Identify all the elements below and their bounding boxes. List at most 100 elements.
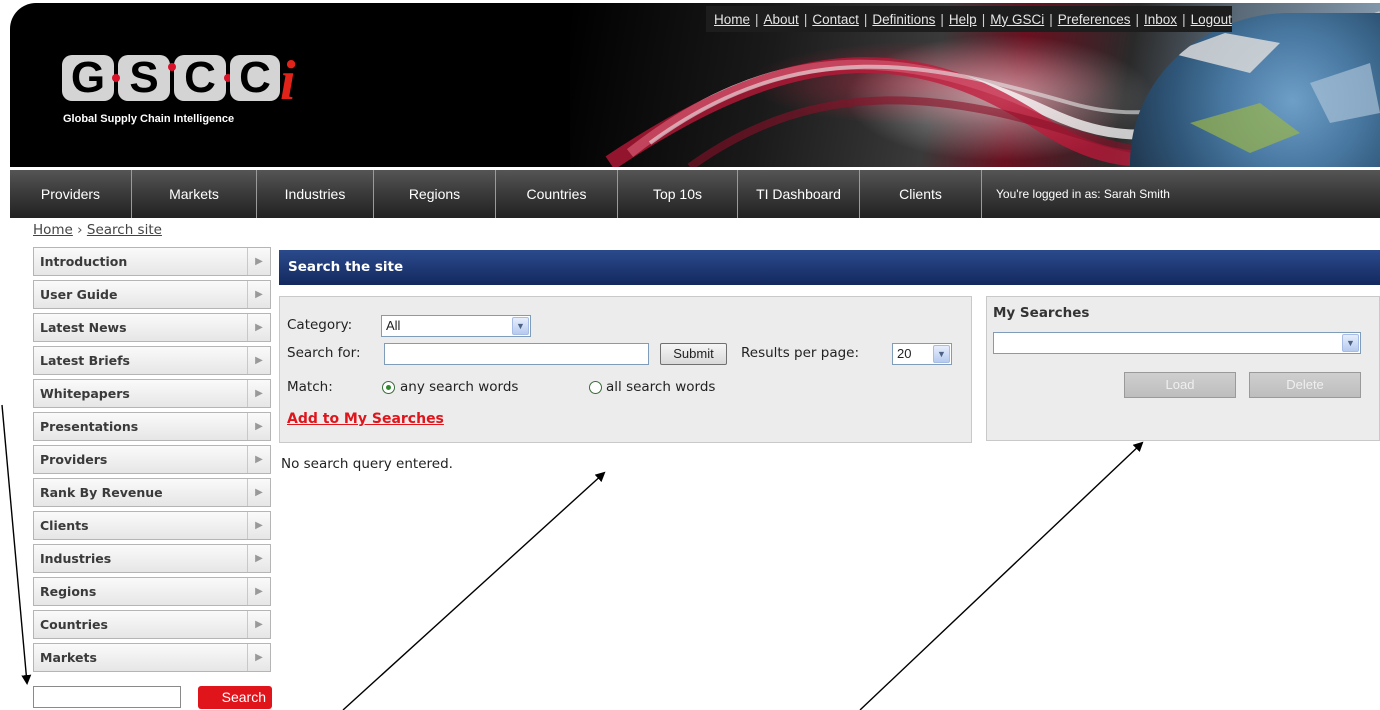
logged-in-user-label: You're logged in as: Sarah Smith bbox=[996, 187, 1170, 201]
sidebar-item-providers[interactable]: Providers ▶ bbox=[33, 445, 271, 474]
results-per-page-select[interactable]: 20 ▼ bbox=[892, 343, 952, 365]
radio-unchecked-icon[interactable] bbox=[589, 381, 602, 394]
nav-item-industries[interactable]: Industries bbox=[257, 170, 374, 218]
top-link-definitions[interactable]: Definitions bbox=[872, 12, 935, 27]
sidebar-item-industries[interactable]: Industries ▶ bbox=[33, 544, 271, 573]
search-for-input[interactable] bbox=[384, 343, 649, 365]
search-form-panel: Category: All ▼ Search for: Submit Resul… bbox=[279, 296, 972, 443]
submit-button[interactable]: Submit bbox=[660, 343, 727, 365]
sidebar-item-label: User Guide bbox=[40, 287, 118, 302]
results-per-page-value: 20 bbox=[897, 346, 912, 361]
add-to-my-searches-link[interactable]: Add to My Searches bbox=[287, 411, 444, 427]
my-searches-title: My Searches bbox=[993, 305, 1090, 321]
dropdown-arrow-icon: ▼ bbox=[1342, 334, 1359, 352]
nav-item-clients[interactable]: Clients bbox=[860, 170, 982, 218]
annotation-arrow-icon bbox=[1, 404, 32, 685]
header-banner: G S C C i Global Supply Chain Intelligen… bbox=[10, 3, 1380, 167]
main-nav-bar: Providers Markets Industries Regions Cou… bbox=[10, 170, 1380, 218]
logo-i-letter: i bbox=[280, 50, 296, 112]
sidebar-menu: Introduction ▶ User Guide ▶ Latest News ▶ L… bbox=[33, 247, 271, 676]
chevron-right-icon: ▶ bbox=[247, 281, 270, 308]
globe-image bbox=[1130, 13, 1380, 167]
my-searches-panel: My Searches ▼ Load Delete bbox=[986, 296, 1380, 441]
chevron-right-icon: ▶ bbox=[247, 446, 270, 473]
chevron-right-icon: ▶ bbox=[247, 611, 270, 638]
category-select[interactable]: All ▼ bbox=[381, 315, 531, 337]
sidebar-item-label: Presentations bbox=[40, 419, 139, 434]
my-searches-select[interactable]: ▼ bbox=[993, 332, 1361, 354]
annotation-arrow-icon bbox=[859, 441, 1144, 710]
chevron-right-icon: ▶ bbox=[247, 413, 270, 440]
sidebar-item-markets[interactable]: Markets ▶ bbox=[33, 643, 271, 672]
match-all-label[interactable]: all search words bbox=[606, 379, 715, 395]
chevron-right-icon: ▶ bbox=[247, 578, 270, 605]
radio-checked-icon[interactable] bbox=[382, 381, 395, 394]
sidebar-item-label: Introduction bbox=[40, 254, 128, 269]
top-link-about[interactable]: About bbox=[764, 12, 799, 27]
delete-button[interactable]: Delete bbox=[1249, 372, 1361, 398]
sidebar-item-label: Providers bbox=[40, 452, 108, 467]
nav-item-markets[interactable]: Markets bbox=[132, 170, 257, 218]
breadcrumb: Home › Search site bbox=[33, 222, 162, 238]
nav-item-ti-dashboard[interactable]: TI Dashboard bbox=[738, 170, 860, 218]
category-select-value: All bbox=[386, 318, 401, 333]
sidebar-item-label: Regions bbox=[40, 584, 97, 599]
breadcrumb-home-link[interactable]: Home bbox=[33, 222, 73, 238]
dropdown-arrow-icon: ▼ bbox=[512, 317, 529, 335]
sidebar-item-presentations[interactable]: Presentations ▶ bbox=[33, 412, 271, 441]
sidebar-item-user-guide[interactable]: User Guide ▶ bbox=[33, 280, 271, 309]
sidebar-item-latest-briefs[interactable]: Latest Briefs ▶ bbox=[33, 346, 271, 375]
status-message: No search query entered. bbox=[281, 456, 453, 472]
breadcrumb-current-link[interactable]: Search site bbox=[87, 222, 162, 238]
logo-dot-icon bbox=[112, 74, 120, 82]
chevron-right-icon: ▶ bbox=[247, 479, 270, 506]
sidebar-item-label: Rank By Revenue bbox=[40, 485, 163, 500]
search-for-label: Search for: bbox=[287, 345, 361, 361]
sidebar-item-whitepapers[interactable]: Whitepapers ▶ bbox=[33, 379, 271, 408]
nav-item-top10s[interactable]: Top 10s bbox=[618, 170, 738, 218]
sidebar-item-rank-by-revenue[interactable]: Rank By Revenue ▶ bbox=[33, 478, 271, 507]
top-link-home[interactable]: Home bbox=[714, 12, 750, 27]
top-link-contact[interactable]: Contact bbox=[812, 12, 859, 27]
top-links-bar: Home | About | Contact | Definitions | Help |… bbox=[706, 6, 1232, 32]
nav-item-countries[interactable]: Countries bbox=[496, 170, 618, 218]
results-per-page-label: Results per page: bbox=[741, 345, 860, 361]
chevron-right-icon: ▶ bbox=[247, 248, 270, 275]
chevron-right-icon: ▶ bbox=[247, 380, 270, 407]
match-label: Match: bbox=[287, 379, 333, 395]
chevron-right-icon: ▶ bbox=[247, 347, 270, 374]
sidebar-item-label: Markets bbox=[40, 650, 97, 665]
sidebar-item-label: Latest Briefs bbox=[40, 353, 130, 368]
sidebar-item-latest-news[interactable]: Latest News ▶ bbox=[33, 313, 271, 342]
dropdown-arrow-icon: ▼ bbox=[933, 345, 950, 363]
sidebar-item-regions[interactable]: Regions ▶ bbox=[33, 577, 271, 606]
top-link-help[interactable]: Help bbox=[949, 12, 977, 27]
top-link-inbox[interactable]: Inbox bbox=[1144, 12, 1177, 27]
sidebar-search-button[interactable]: Search bbox=[198, 686, 272, 709]
page-title: Search the site bbox=[279, 250, 1380, 285]
sidebar-item-label: Latest News bbox=[40, 320, 127, 335]
breadcrumb-separator: › bbox=[77, 222, 83, 238]
chevron-right-icon: ▶ bbox=[247, 314, 270, 341]
top-link-my-gsci[interactable]: My GSCi bbox=[990, 12, 1044, 27]
sidebar-search-input[interactable] bbox=[33, 686, 181, 708]
sidebar-item-label: Clients bbox=[40, 518, 89, 533]
nav-item-providers[interactable]: Providers bbox=[10, 170, 132, 218]
nav-item-regions[interactable]: Regions bbox=[374, 170, 496, 218]
chevron-right-icon: ▶ bbox=[247, 545, 270, 572]
sidebar-item-clients[interactable]: Clients ▶ bbox=[33, 511, 271, 540]
annotation-arrow-icon bbox=[342, 471, 606, 710]
sidebar-item-label: Industries bbox=[40, 551, 112, 566]
sidebar-item-introduction[interactable]: Introduction ▶ bbox=[33, 247, 271, 276]
sidebar-item-countries[interactable]: Countries ▶ bbox=[33, 610, 271, 639]
logo-dot-icon bbox=[168, 63, 176, 71]
match-any-label[interactable]: any search words bbox=[400, 379, 518, 395]
sidebar-item-label: Countries bbox=[40, 617, 108, 632]
chevron-right-icon: ▶ bbox=[247, 644, 270, 671]
load-button[interactable]: Load bbox=[1124, 372, 1236, 398]
top-link-preferences[interactable]: Preferences bbox=[1058, 12, 1131, 27]
top-link-logout[interactable]: Logout bbox=[1191, 12, 1232, 27]
sidebar-item-label: Whitepapers bbox=[40, 386, 130, 401]
logo-tagline: Global Supply Chain Intelligence bbox=[63, 113, 235, 125]
gsci-logo[interactable]: G S C C i Global Supply Chain Intelligen… bbox=[62, 50, 296, 135]
